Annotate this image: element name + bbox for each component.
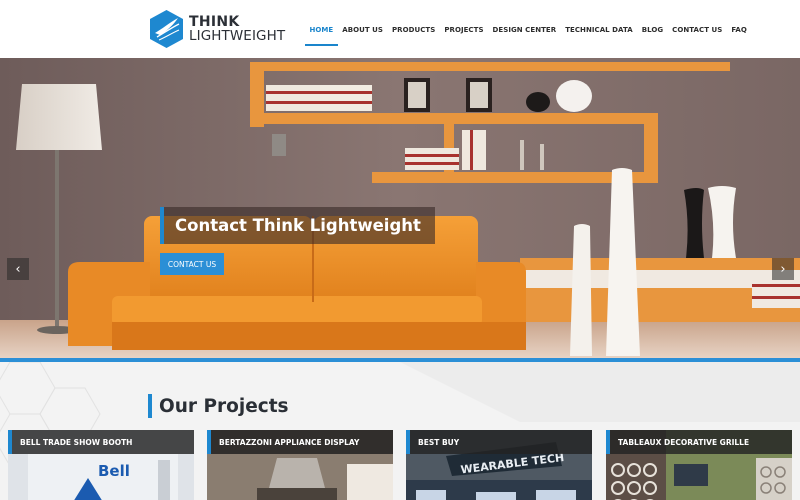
- project-card-label: TABLEAUX DECORATIVE GRILLE: [618, 437, 750, 447]
- project-card-label: BERTAZZONI APPLIANCE DISPLAY: [219, 437, 360, 447]
- project-card-bell[interactable]: Bell BELL TRADE SHOW BOOTH: [8, 430, 194, 500]
- nav-design-center[interactable]: DESIGN CENTER: [488, 22, 561, 46]
- nav-blog[interactable]: BLOG: [637, 22, 667, 46]
- section-title: Our Projects: [148, 394, 289, 418]
- logo-wordmark: THINK LIGHTWEIGHT: [189, 15, 285, 44]
- hero-slider: Contact Think Lightweight CONTACT US ‹ ›: [0, 58, 800, 358]
- logo-line2: LIGHTWEIGHT: [189, 27, 286, 44]
- section-title-text: Our Projects: [159, 395, 289, 417]
- project-card-best-buy[interactable]: WEARABLE TECH BEST BUY: [406, 430, 592, 500]
- project-card-label: BELL TRADE SHOW BOOTH: [20, 437, 133, 447]
- site-header: THINK LIGHTWEIGHT HOME ABOUT US PRODUCTS…: [0, 0, 800, 58]
- hexagon-logo-icon: [150, 10, 183, 48]
- chevron-right-icon[interactable]: ›: [772, 258, 794, 280]
- hero-caption: Contact Think Lightweight: [160, 207, 435, 244]
- main-nav: HOME ABOUT US PRODUCTS PROJECTS DESIGN C…: [305, 22, 751, 48]
- nav-about-us[interactable]: ABOUT US: [338, 22, 388, 46]
- projects-section: Our Projects Bell BELL TRADE SHOW BOOTH …: [0, 362, 800, 500]
- project-card-tableaux[interactable]: TABLEAUX DECORATIVE GRILLE: [606, 430, 792, 500]
- hero-caption-text: Contact Think Lightweight: [175, 216, 421, 235]
- nav-contact-us[interactable]: CONTACT US: [668, 22, 727, 46]
- nav-home[interactable]: HOME: [305, 22, 338, 46]
- contact-us-button[interactable]: CONTACT US: [160, 253, 224, 275]
- nav-projects[interactable]: PROJECTS: [440, 22, 488, 46]
- site-logo[interactable]: THINK LIGHTWEIGHT: [148, 8, 288, 50]
- project-card-bar: TABLEAUX DECORATIVE GRILLE: [606, 430, 792, 454]
- project-card-label: BEST BUY: [418, 437, 460, 447]
- nav-faq[interactable]: FAQ: [727, 22, 752, 46]
- project-card-bar: BELL TRADE SHOW BOOTH: [8, 430, 194, 454]
- chevron-left-icon[interactable]: ‹: [7, 258, 29, 280]
- project-card-bar: BERTAZZONI APPLIANCE DISPLAY: [207, 430, 393, 454]
- nav-products[interactable]: PRODUCTS: [388, 22, 440, 46]
- nav-technical-data[interactable]: TECHNICAL DATA: [561, 22, 638, 46]
- logo-line1: THINK: [189, 13, 240, 30]
- bell-logo-text: Bell: [98, 462, 130, 480]
- project-card-bertazzoni[interactable]: BERTAZZONI APPLIANCE DISPLAY: [207, 430, 393, 500]
- project-card-bar: BEST BUY: [406, 430, 592, 454]
